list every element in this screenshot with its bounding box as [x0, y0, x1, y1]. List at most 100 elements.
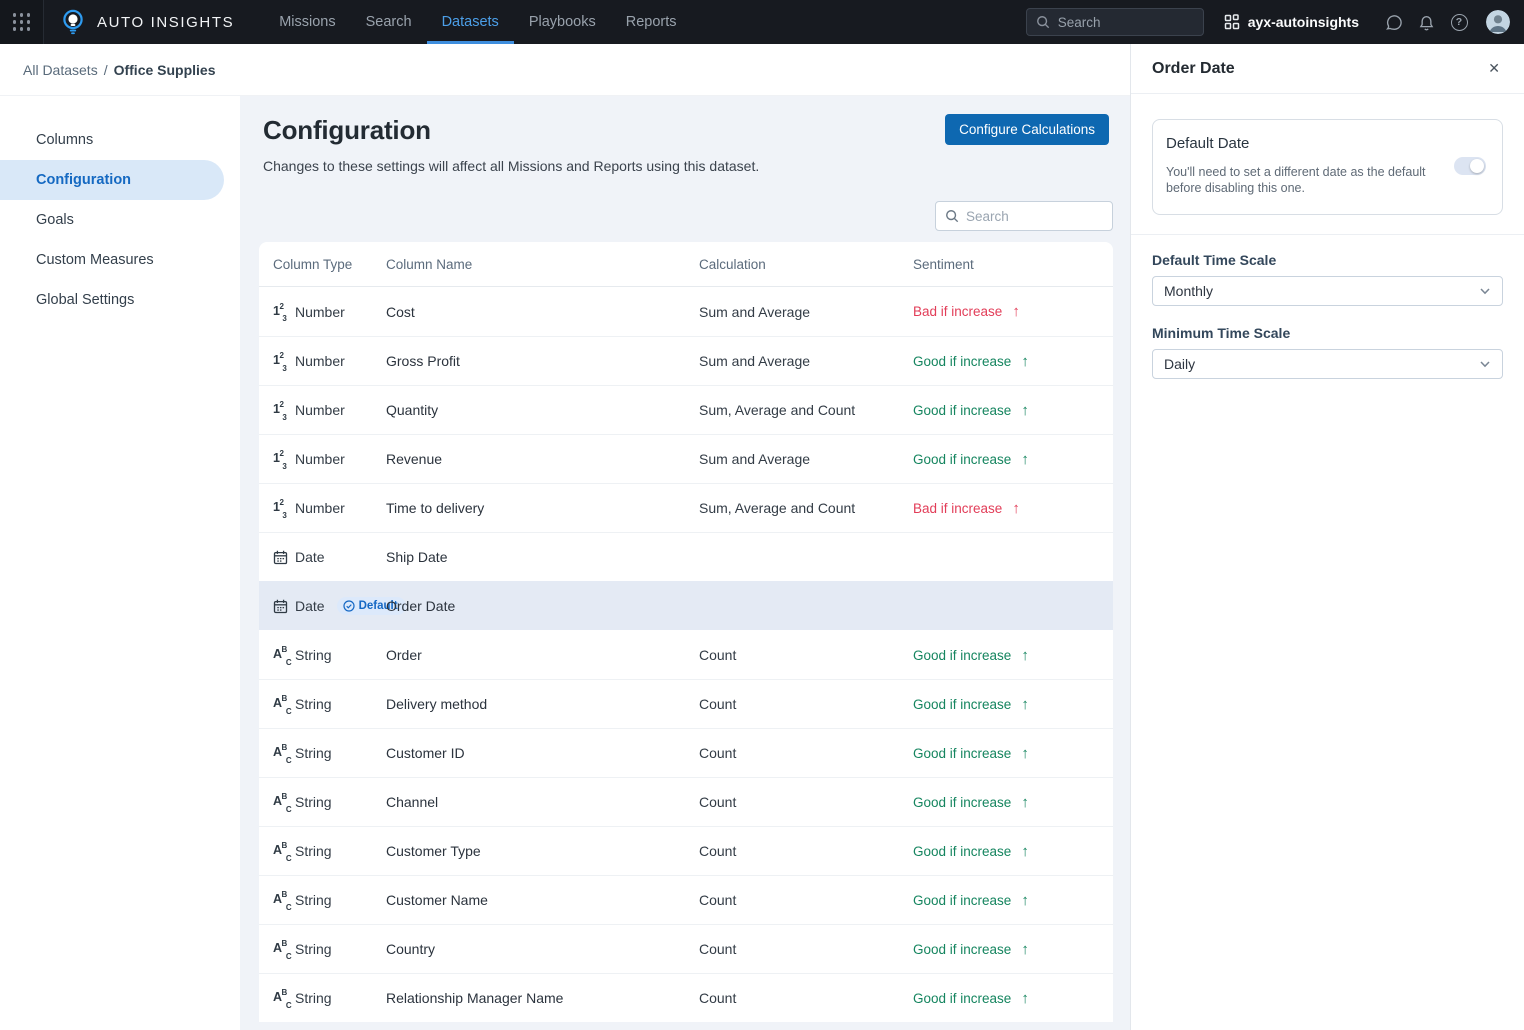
sentiment-cell: Good if increase↑ — [913, 990, 1113, 1007]
nav-item-reports[interactable]: Reports — [611, 0, 692, 44]
help-icon: ? — [1451, 14, 1468, 31]
sidebar-item-columns[interactable]: Columns — [0, 120, 224, 160]
calculation-cell: Count — [699, 941, 913, 957]
sentiment-label: Good if increase — [913, 893, 1011, 908]
string-icon: ABC — [273, 695, 293, 713]
sidebar-item-global-settings[interactable]: Global Settings — [0, 280, 224, 320]
column-type-cell: ABCString — [259, 842, 386, 860]
column-type-cell: ABCString — [259, 891, 386, 909]
chat-button[interactable] — [1378, 7, 1408, 37]
calculation-cell: Count — [699, 892, 913, 908]
sentiment-cell: Good if increase↑ — [913, 843, 1113, 860]
breadcrumb-all-datasets[interactable]: All Datasets — [23, 62, 98, 78]
column-name-cell: Customer Type — [386, 843, 699, 859]
table-row[interactable]: ABCStringCustomer NameCountGood if incre… — [259, 875, 1113, 924]
sidebar-item-configuration[interactable]: Configuration — [0, 160, 224, 200]
table-row[interactable]: 123NumberQuantitySum, Average and CountG… — [259, 385, 1113, 434]
global-search[interactable] — [1026, 8, 1204, 36]
sentiment-label: Good if increase — [913, 648, 1011, 663]
workspace-grid-icon — [1224, 14, 1240, 30]
table-row[interactable]: ABCStringChannelCountGood if increase↑ — [259, 777, 1113, 826]
number-icon: 123 — [273, 303, 293, 321]
user-avatar[interactable] — [1486, 10, 1510, 34]
sidebar-item-custom-measures[interactable]: Custom Measures — [0, 240, 224, 280]
nav-item-datasets[interactable]: Datasets — [427, 0, 514, 44]
arrow-up-icon: ↑ — [1021, 451, 1029, 468]
sentiment-cell: Good if increase↑ — [913, 402, 1113, 419]
sentiment-cell: Good if increase↑ — [913, 941, 1113, 958]
column-name-cell: Time to delivery — [386, 500, 699, 516]
string-icon: ABC — [273, 989, 293, 1007]
sentiment-cell: Good if increase↑ — [913, 696, 1113, 713]
table-row[interactable]: 123NumberTime to deliverySum, Average an… — [259, 483, 1113, 532]
minimum-time-scale-value: Daily — [1164, 356, 1195, 372]
nav-item-search[interactable]: Search — [351, 0, 427, 44]
sentiment-cell: Good if increase↑ — [913, 745, 1113, 762]
auto-insights-logo-icon — [61, 9, 85, 35]
table-row[interactable]: DateShip Date — [259, 532, 1113, 581]
table-row[interactable]: ABCStringCustomer IDCountGood if increas… — [259, 728, 1113, 777]
number-icon: 123 — [273, 450, 293, 468]
column-type-label: Number — [295, 304, 345, 320]
calculation-cell: Count — [699, 745, 913, 761]
calculation-cell: Sum and Average — [699, 353, 913, 369]
sentiment-label: Good if increase — [913, 795, 1011, 810]
table-row[interactable]: ABCStringRelationship Manager NameCountG… — [259, 973, 1113, 1022]
default-date-card: Default Date You'll need to set a differ… — [1152, 119, 1503, 215]
column-type-label: String — [295, 696, 332, 712]
table-row[interactable]: ABCStringCustomer TypeCountGood if incre… — [259, 826, 1113, 875]
chevron-down-icon — [1479, 286, 1491, 296]
calculation-cell: Sum, Average and Count — [699, 402, 913, 418]
number-icon: 123 — [273, 401, 293, 419]
close-icon[interactable]: ✕ — [1484, 56, 1504, 81]
arrow-up-icon: ↑ — [1012, 303, 1020, 320]
column-type-label: String — [295, 843, 332, 859]
column-type-cell: 123Number — [259, 450, 386, 468]
topbar-right: ayx-autoinsights ? — [1026, 7, 1524, 37]
breadcrumb-separator: / — [104, 62, 108, 78]
default-date-description: You'll need to set a different date as t… — [1166, 164, 1440, 197]
table-row[interactable]: 123NumberCostSum and AverageBad if incre… — [259, 287, 1113, 336]
minimum-time-scale-select[interactable]: Daily — [1152, 349, 1503, 379]
calculation-cell: Sum, Average and Count — [699, 500, 913, 516]
column-type-cell: 123Number — [259, 499, 386, 517]
column-name-cell: Country — [386, 941, 699, 957]
help-button[interactable]: ? — [1444, 7, 1474, 37]
table-row[interactable]: DateDefaultOrder Date — [259, 581, 1113, 630]
sentiment-cell: Good if increase↑ — [913, 892, 1113, 909]
arrow-up-icon: ↑ — [1021, 402, 1029, 419]
nav-item-missions[interactable]: Missions — [264, 0, 350, 44]
nav-item-playbooks[interactable]: Playbooks — [514, 0, 611, 44]
table-header-row: Column Type Column Name Calculation Sent… — [259, 242, 1113, 287]
table-body: 123NumberCostSum and AverageBad if incre… — [259, 287, 1113, 1022]
column-name-cell: Relationship Manager Name — [386, 990, 699, 1006]
table-row[interactable]: ABCStringCountryCountGood if increase↑ — [259, 924, 1113, 973]
panel-title: Order Date — [1152, 60, 1235, 78]
calculation-cell: Sum and Average — [699, 304, 913, 320]
panel-header: Order Date ✕ — [1131, 44, 1524, 94]
chevron-down-icon — [1479, 359, 1491, 369]
table-search[interactable] — [935, 201, 1113, 231]
sidebar-item-goals[interactable]: Goals — [0, 200, 224, 240]
table-row[interactable]: 123NumberGross ProfitSum and AverageGood… — [259, 336, 1113, 385]
column-type-label: String — [295, 794, 332, 810]
default-date-toggle[interactable] — [1454, 157, 1486, 175]
table-search-input[interactable] — [966, 209, 1096, 224]
header-calculation: Calculation — [699, 257, 913, 272]
columns-table: Column Type Column Name Calculation Sent… — [259, 242, 1113, 1022]
configure-calculations-button[interactable]: Configure Calculations — [945, 114, 1109, 145]
default-time-scale-select[interactable]: Monthly — [1152, 276, 1503, 306]
table-row[interactable]: ABCStringDelivery methodCountGood if inc… — [259, 679, 1113, 728]
number-icon: 123 — [273, 499, 293, 517]
workspace-switcher[interactable]: ayx-autoinsights — [1224, 14, 1359, 30]
string-icon: ABC — [273, 646, 293, 664]
app-grid-button[interactable] — [0, 0, 44, 44]
column-type-cell: 123Number — [259, 303, 386, 321]
check-circle-icon — [343, 600, 355, 612]
column-type-label: Number — [295, 353, 345, 369]
table-row[interactable]: ABCStringOrderCountGood if increase↑ — [259, 630, 1113, 679]
notifications-button[interactable] — [1411, 7, 1441, 37]
global-search-input[interactable] — [1058, 15, 1188, 30]
column-type-label: String — [295, 892, 332, 908]
table-row[interactable]: 123NumberRevenueSum and AverageGood if i… — [259, 434, 1113, 483]
